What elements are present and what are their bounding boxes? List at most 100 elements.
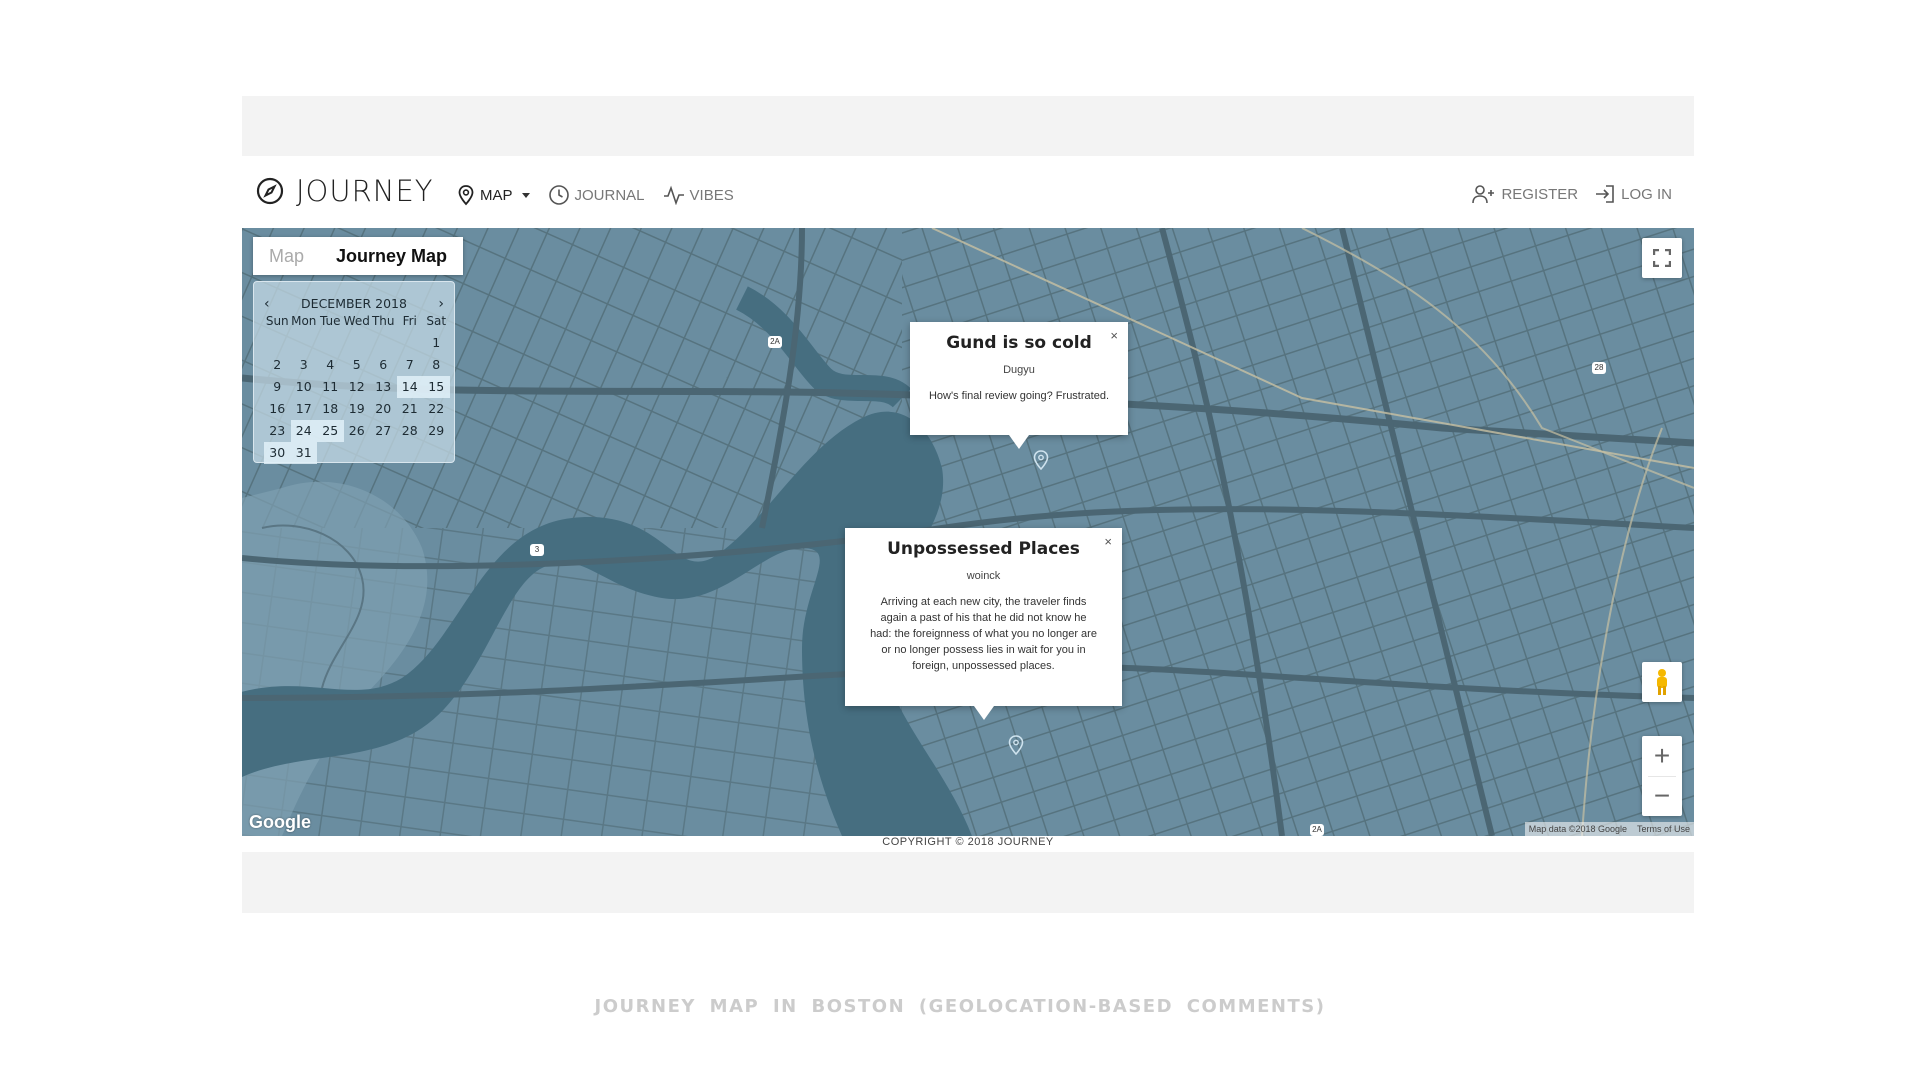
close-icon[interactable]: × [1110, 328, 1118, 343]
calendar-day[interactable]: 17 [291, 398, 318, 420]
info-window-title: Gund is so cold [946, 333, 1092, 353]
calendar-day[interactable]: 20 [370, 398, 397, 420]
nav-journal-label: JOURNAL [574, 186, 645, 204]
info-window: × Gund is so cold Dugyu How's final revi… [910, 322, 1128, 449]
calendar-day[interactable]: 4 [317, 354, 344, 376]
calendar-day[interactable]: 22 [423, 398, 450, 420]
info-window-author: Dugyu [1003, 364, 1035, 376]
brand-name: JOURNEY [296, 174, 434, 208]
calendar-empty-cell [344, 332, 371, 354]
calendar-day[interactable]: 24 [290, 420, 317, 442]
calendar-next-button[interactable]: › [438, 296, 444, 312]
calendar-empty-cell [344, 442, 371, 464]
calendar-empty-cell [264, 332, 291, 354]
map-data-credit: Map data ©2018 Google [1528, 824, 1627, 834]
nav-vibes[interactable]: VIBES [663, 185, 734, 205]
calendar-empty-cell [397, 332, 424, 354]
nav-links: MAP JOURNAL VIBES [457, 184, 752, 206]
calendar-day[interactable]: 7 [397, 354, 424, 376]
calendar-day[interactable]: 28 [397, 420, 424, 442]
navbar: JOURNEY MAP JOURNAL VIBES REGISTER LOG I… [242, 156, 1694, 228]
calendar: ‹ DECEMBER 2018 › Sun Mon Tue Wed Thu Fri Sat … [253, 281, 455, 464]
compass-icon [256, 177, 284, 205]
street-view-button[interactable] [1642, 662, 1682, 702]
calendar-day[interactable]: 31 [290, 442, 317, 464]
fullscreen-button[interactable] [1642, 238, 1682, 278]
calendar-empty-cell [397, 442, 424, 464]
map-type-journey-map[interactable]: Journey Map [320, 237, 463, 275]
login-link[interactable]: LOG IN [1594, 184, 1672, 204]
info-window-author: woinck [966, 570, 1001, 582]
chevron-down-icon [521, 192, 530, 198]
nav-map-label: MAP [480, 186, 513, 204]
calendar-day[interactable]: 14 [396, 376, 423, 398]
google-logo: Google [249, 812, 311, 832]
calendar-day[interactable]: 9 [264, 376, 291, 398]
calendar-day[interactable]: 18 [317, 398, 344, 420]
info-window: × Unpossessed Places woinck Arriving at … [845, 528, 1122, 720]
register-label: REGISTER [1501, 185, 1579, 203]
calendar-day[interactable]: 27 [370, 420, 397, 442]
calendar-day[interactable]: 6 [370, 354, 397, 376]
calendar-day[interactable]: 2 [264, 354, 291, 376]
nav-journal[interactable]: JOURNAL [548, 184, 645, 206]
login-label: LOG IN [1621, 185, 1672, 203]
caption: JOURNEY MAP IN BOSTON (GEOLOCATION-BASED… [594, 996, 1326, 1017]
calendar-day[interactable]: 19 [344, 398, 371, 420]
zoom-out-button[interactable]: − [1642, 776, 1682, 816]
calendar-day[interactable]: 12 [344, 376, 371, 398]
map-canvas[interactable]: 2A 28 3 2A Map Journey Map ‹ DECEMBER 20… [242, 228, 1694, 836]
terms-link[interactable]: Terms of Use [1637, 824, 1690, 834]
map-marker-icon[interactable] [1033, 450, 1049, 470]
info-window-body: Arriving at each new city, the traveler … [870, 596, 1097, 672]
zoom-control: + − [1642, 736, 1682, 816]
calendar-day[interactable]: 26 [344, 420, 371, 442]
calendar-prev-button[interactable]: ‹ [264, 296, 270, 312]
activity-icon [663, 185, 684, 205]
map-marker-icon[interactable] [1008, 735, 1024, 755]
calendar-header: ‹ DECEMBER 2018 › [254, 296, 454, 324]
calendar-day[interactable]: 30 [264, 442, 291, 464]
clock-icon [548, 185, 569, 205]
calendar-day[interactable]: 5 [344, 354, 371, 376]
brand[interactable]: JOURNEY [256, 174, 434, 208]
route-shield: 2A [768, 336, 782, 348]
calendar-day[interactable]: 16 [264, 398, 291, 420]
login-icon [1596, 185, 1614, 203]
map-attribution: Map data ©2018 Google Terms of Use [1524, 822, 1694, 836]
calendar-day[interactable]: 29 [423, 420, 450, 442]
calendar-day[interactable]: 1 [423, 332, 450, 354]
fullscreen-icon [1653, 249, 1671, 267]
calendar-day[interactable]: 23 [264, 420, 291, 442]
calendar-day[interactable]: 21 [397, 398, 424, 420]
copyright: COPYRIGHT © 2018 JOURNEY [882, 836, 1054, 848]
calendar-days: 1 2 3 4 5 6 7 8 9 10 11 12 13 14 15 16 17 18 19 20 21 22 23 24 2… [264, 332, 454, 464]
route-shield: 2A [1310, 824, 1324, 836]
calendar-day[interactable]: 13 [370, 376, 397, 398]
calendar-empty-cell [291, 332, 318, 354]
zoom-divider [1648, 776, 1676, 777]
info-window-title: Unpossessed Places [887, 539, 1080, 559]
calendar-day[interactable]: 11 [317, 376, 344, 398]
calendar-day[interactable]: 15 [423, 376, 450, 398]
calendar-day[interactable]: 8 [423, 354, 450, 376]
nav-vibes-label: VIBES [689, 186, 734, 204]
pegman-icon [1657, 669, 1667, 695]
calendar-day[interactable]: 10 [291, 376, 318, 398]
calendar-day[interactable]: 3 [291, 354, 318, 376]
nav-map[interactable]: MAP [457, 184, 530, 206]
zoom-in-button[interactable]: + [1642, 736, 1682, 776]
nav-right: REGISTER LOG IN [1472, 184, 1672, 204]
calendar-empty-cell [317, 442, 344, 464]
calendar-empty-cell [423, 442, 450, 464]
calendar-day[interactable]: 25 [317, 420, 344, 442]
calendar-empty-cell [370, 442, 397, 464]
user-plus-icon [1472, 185, 1495, 204]
register-link[interactable]: REGISTER [1472, 184, 1578, 204]
close-icon[interactable]: × [1104, 534, 1112, 549]
bottom-gray-band [242, 852, 1694, 913]
map-type-map[interactable]: Map [253, 237, 320, 275]
top-gray-band [242, 96, 1694, 156]
calendar-month-label: DECEMBER 2018 [301, 296, 407, 311]
info-window-body: How's final review going? Frustrated. [928, 390, 1109, 402]
